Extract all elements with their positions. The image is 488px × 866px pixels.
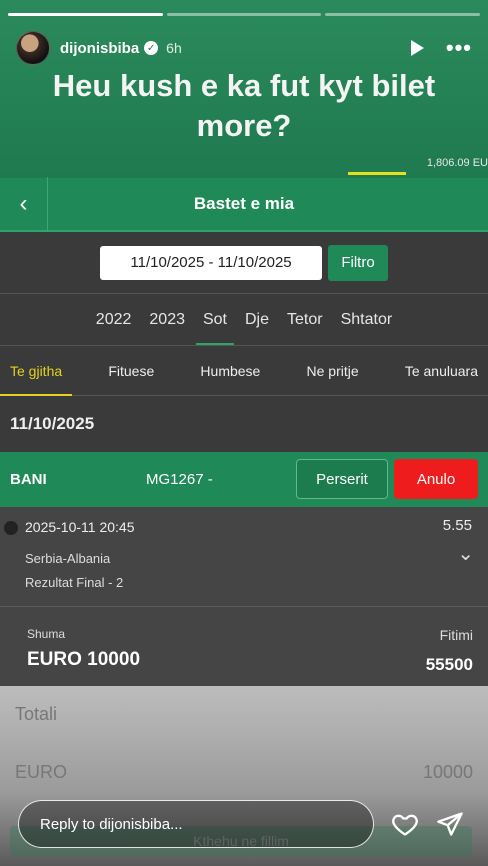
expand-chevron-icon[interactable]: ⌄	[457, 541, 474, 566]
tab-humbese[interactable]: Humbese	[190, 346, 270, 396]
period-shtator[interactable]: Shtator	[332, 294, 402, 346]
verified-badge-icon: ✓	[144, 41, 159, 55]
bet-header: BANI MG1267 - Perserit Anulo	[0, 452, 488, 507]
stake-label: Shuma	[27, 627, 66, 641]
bet-market: Rezultat Final - 2	[25, 575, 124, 590]
send-icon[interactable]	[436, 810, 464, 838]
bet-odds: 5.55	[442, 517, 472, 534]
bet-datetime: 2025-10-11 20:45	[25, 519, 135, 535]
period-selector: 2022 2023 Sot Dje Tetor Shtator	[0, 294, 488, 346]
bet-match: Serbia-Albania	[25, 551, 111, 566]
status-tabs: Te gjitha Fituese Humbese Ne pritje Te a…	[0, 346, 488, 396]
story-user-row: dijonisbiba ✓ 6h •••	[16, 30, 472, 66]
win-label: Fitimi	[439, 627, 473, 643]
title-bar: ‹ Bastet e mia	[0, 177, 488, 232]
page-title: Bastet e mia	[193, 194, 295, 213]
story-username[interactable]: dijonisbiba	[60, 40, 139, 57]
more-options-icon[interactable]: •••	[446, 37, 472, 59]
tab-te-anuluara[interactable]: Te anuluara	[395, 346, 488, 396]
cancel-bet-button[interactable]: Anulo	[394, 459, 478, 499]
date-filter-row: 11/10/2025 - 11/10/2025 Filtro	[0, 232, 488, 294]
betting-app-screenshot: ‹ Bastet e mia 11/10/2025 - 11/10/2025 F…	[0, 177, 488, 866]
story-progress	[8, 13, 481, 16]
back-chevron-icon[interactable]: ‹	[0, 177, 48, 231]
heart-icon[interactable]	[390, 810, 420, 838]
stake-summary: Shuma EURO 10000 Fitimi 55500	[0, 607, 488, 689]
tab-te-gjitha[interactable]: Te gjitha	[0, 346, 73, 396]
totals-label: Totali	[15, 704, 58, 724]
status-dot-icon	[4, 521, 18, 535]
yellow-accent-line	[348, 172, 406, 175]
progress-segment-3	[325, 13, 481, 16]
bet-details: 2025-10-11 20:45 5.55 ⌄ Serbia-Albania R…	[0, 507, 488, 607]
rebet-button[interactable]: Perserit	[296, 459, 388, 499]
story-time: 6h	[166, 40, 182, 56]
progress-segment-1	[8, 13, 163, 16]
bet-code: MG1267 -	[146, 471, 213, 488]
peek-amount: 1,806.09 EU	[426, 157, 488, 169]
period-tetor[interactable]: Tetor	[278, 294, 332, 346]
tab-fituese[interactable]: Fituese	[98, 346, 164, 396]
totals-currency: EURO	[15, 762, 68, 782]
story-caption: Heu kush e ka fut kyt bilet more?	[52, 68, 436, 143]
period-sot[interactable]: Sot	[194, 294, 236, 346]
avatar[interactable]	[16, 31, 50, 65]
stake-value: EURO 10000	[27, 649, 141, 670]
bet-label: BANI	[10, 471, 47, 488]
period-2022[interactable]: 2022	[87, 294, 141, 346]
filter-button[interactable]: Filtro	[328, 244, 388, 281]
period-dje[interactable]: Dje	[236, 294, 278, 346]
reply-input[interactable]: Reply to dijonisbiba...	[18, 800, 374, 848]
totals-value: 10000	[422, 762, 473, 782]
date-range-input[interactable]: 11/10/2025 - 11/10/2025	[100, 245, 322, 280]
story-header: dijonisbiba ✓ 6h ••• Heu kush e ka fut k…	[0, 0, 488, 178]
win-value: 55500	[425, 655, 473, 674]
period-2023[interactable]: 2023	[140, 294, 194, 346]
progress-segment-2	[166, 13, 322, 16]
tab-ne-pritje[interactable]: Ne pritje	[297, 346, 369, 396]
play-icon[interactable]	[410, 40, 424, 56]
day-header: 11/10/2025	[10, 414, 95, 433]
